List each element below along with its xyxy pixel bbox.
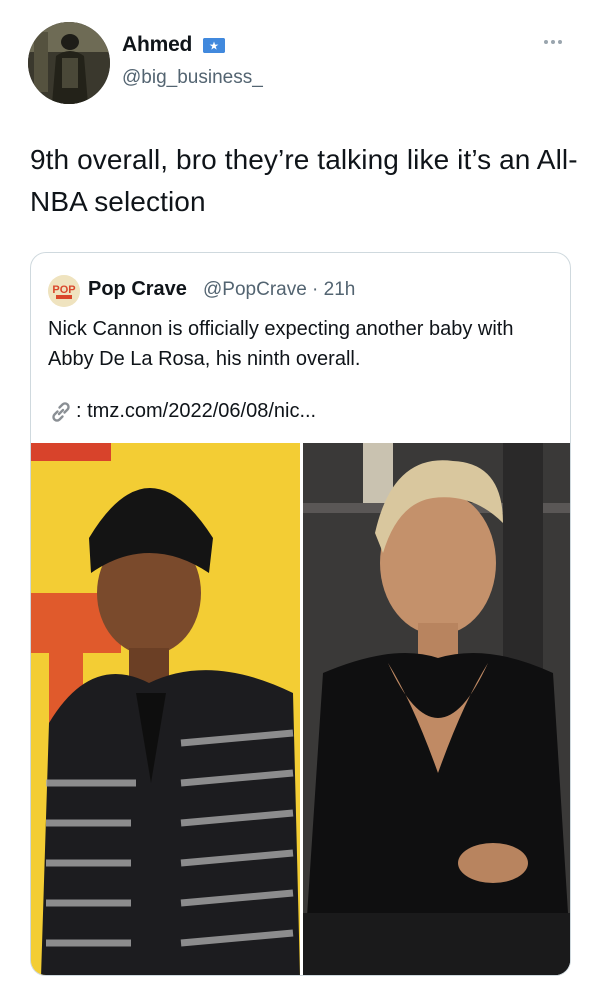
quote-handle-time[interactable]: @PopCrave · 21h: [203, 279, 355, 301]
quote-link[interactable]: : tmz.com/2022/06/08/nic...: [76, 400, 316, 423]
quote-author-name[interactable]: Pop Crave: [88, 278, 187, 301]
avatar-image: [28, 22, 110, 104]
pop-crave-logo-icon: POP: [48, 275, 80, 307]
tweet: Ahmed @big_business_ 9th overall, bro th…: [0, 0, 600, 994]
photo-abby-de-la-rosa[interactable]: [303, 443, 570, 975]
tweet-text: 9th overall, bro they’re talking like it…: [30, 144, 578, 217]
author-avatar[interactable]: [28, 22, 110, 104]
pop-crave-logo-text: POP: [52, 284, 75, 296]
quote-text: Nick Cannon is officially expecting anot…: [48, 318, 514, 370]
author-handle[interactable]: @big_business_: [122, 67, 263, 89]
somalia-flag-icon: [203, 38, 225, 53]
author-name[interactable]: Ahmed: [122, 33, 192, 57]
quoted-tweet-card[interactable]: POP Pop Crave @PopCrave · 21h Nick Canno…: [30, 252, 571, 976]
photo-nick-cannon[interactable]: [31, 443, 300, 975]
link-icon: [48, 399, 74, 425]
more-icon[interactable]: [544, 36, 568, 48]
